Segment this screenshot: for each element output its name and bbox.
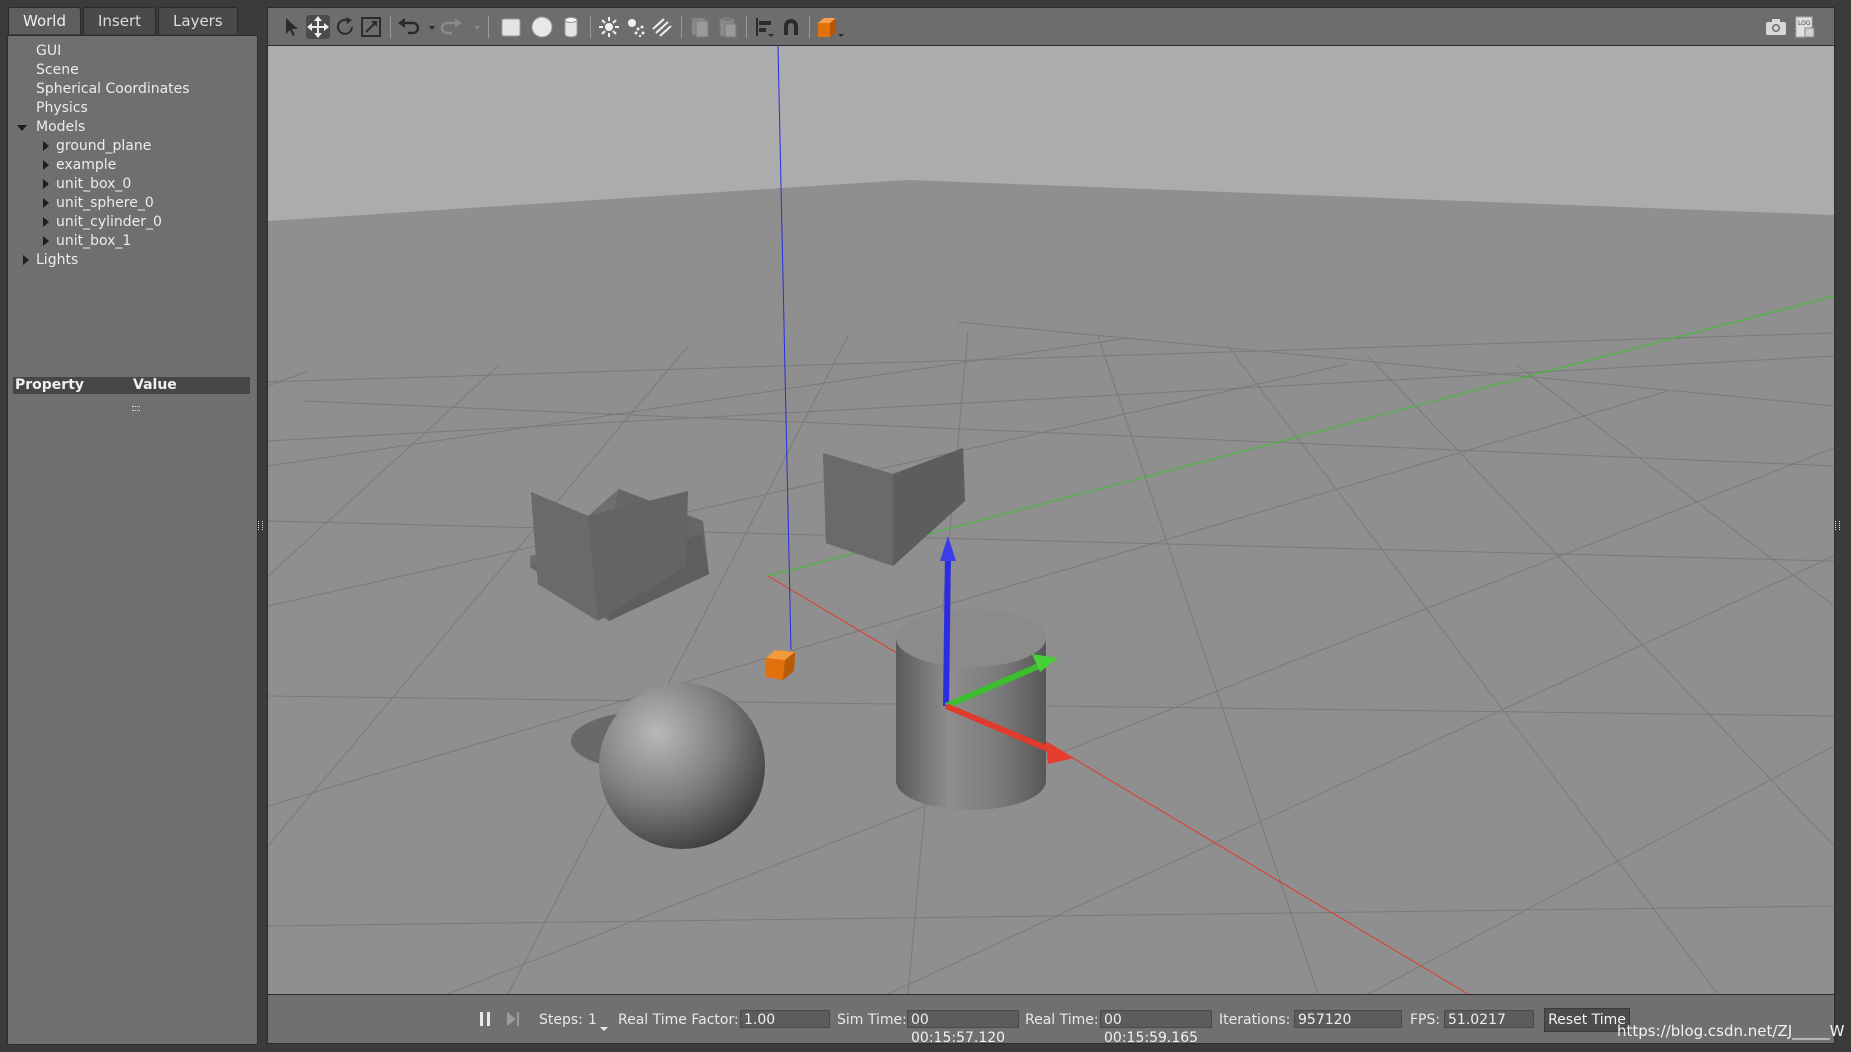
real-time-label: Real Time: bbox=[1025, 1012, 1099, 1028]
redo-icon[interactable] bbox=[440, 15, 464, 39]
real-time-factor-label: Real Time Factor: bbox=[618, 1012, 739, 1028]
tab-insert[interactable]: Insert bbox=[83, 7, 157, 34]
tree-item-label: unit_box_0 bbox=[56, 176, 132, 192]
panel-splitter-handle[interactable] bbox=[132, 406, 140, 411]
align-icon[interactable] bbox=[753, 15, 777, 39]
spot-light-icon[interactable] bbox=[624, 15, 648, 39]
redo-history-icon[interactable] bbox=[465, 15, 480, 39]
scene-viewport[interactable] bbox=[267, 45, 1835, 995]
expand-right-icon[interactable] bbox=[23, 255, 29, 265]
simulation-status-bar: Steps: 1 Real Time Factor: 1.00 Sim Time… bbox=[267, 994, 1835, 1046]
tree-item-scene[interactable]: Scene bbox=[8, 61, 257, 80]
tree-item-gui[interactable]: GUI bbox=[8, 42, 257, 61]
tree-item-model[interactable]: unit_box_1 bbox=[8, 232, 257, 251]
tree-item-label: Lights bbox=[36, 252, 79, 268]
tree-item-label: Spherical Coordinates bbox=[36, 81, 190, 97]
tree-item-models[interactable]: Models bbox=[8, 118, 257, 137]
fps-label: FPS: bbox=[1410, 1012, 1441, 1028]
tree-item-label: example bbox=[56, 157, 117, 173]
scene-render[interactable] bbox=[268, 46, 1834, 994]
view-angle-icon[interactable] bbox=[816, 15, 846, 39]
step-forward-icon[interactable] bbox=[506, 1011, 520, 1027]
property-column-header[interactable]: Property bbox=[15, 377, 84, 394]
tree-item-label: unit_box_1 bbox=[56, 233, 132, 249]
sim-time-label: Sim Time: bbox=[837, 1012, 907, 1028]
unit-sphere-0-model[interactable] bbox=[599, 683, 765, 849]
expand-right-icon[interactable] bbox=[43, 217, 49, 227]
select-arrow-icon[interactable] bbox=[280, 15, 304, 39]
unit-cylinder-0-model[interactable] bbox=[896, 609, 1046, 810]
world-panel: GUI Scene Spherical Coordinates Physics … bbox=[7, 35, 258, 1045]
tree-item-model[interactable]: unit_box_0 bbox=[8, 175, 257, 194]
tree-item-label: unit_sphere_0 bbox=[56, 195, 154, 211]
paste-icon[interactable] bbox=[716, 15, 740, 39]
tree-item-physics[interactable]: Physics bbox=[8, 99, 257, 118]
fps-field: 51.0217 bbox=[1444, 1010, 1534, 1028]
tree-item-label: unit_cylinder_0 bbox=[56, 214, 162, 230]
iterations-field: 957120 bbox=[1294, 1010, 1402, 1028]
sphere-icon[interactable] bbox=[530, 15, 554, 39]
scale-icon[interactable] bbox=[359, 15, 383, 39]
ground-plane[interactable] bbox=[268, 180, 1834, 994]
sim-time-field: 00 00:15:57.120 bbox=[907, 1010, 1019, 1046]
tab-layers[interactable]: Layers bbox=[158, 7, 238, 34]
steps-dropdown-icon[interactable] bbox=[600, 1020, 608, 1031]
world-tree: GUI Scene Spherical Coordinates Physics … bbox=[8, 42, 257, 270]
real-time-field: 00 00:15:59.165 bbox=[1100, 1010, 1212, 1046]
screenshot-icon[interactable] bbox=[1764, 15, 1788, 39]
expand-down-icon[interactable] bbox=[17, 125, 27, 131]
expand-right-icon[interactable] bbox=[43, 141, 49, 151]
log-icon[interactable]: LOG bbox=[1793, 15, 1817, 39]
value-column-header[interactable]: Value bbox=[133, 377, 177, 394]
tree-item-label: GUI bbox=[36, 43, 62, 59]
svg-text:LOG: LOG bbox=[1798, 20, 1811, 27]
tree-item-label: Scene bbox=[36, 62, 79, 78]
property-table-header: Property Value bbox=[13, 377, 250, 394]
copy-icon[interactable] bbox=[688, 15, 712, 39]
steps-value[interactable]: 1 bbox=[588, 1011, 597, 1029]
tree-item-lights[interactable]: Lights bbox=[8, 251, 257, 270]
tree-item-model[interactable]: ground_plane bbox=[8, 137, 257, 156]
cylinder-icon[interactable] bbox=[559, 15, 583, 39]
tree-item-model[interactable]: unit_sphere_0 bbox=[8, 194, 257, 213]
tree-item-label: Physics bbox=[36, 100, 88, 116]
left-panel-collapse-handle[interactable] bbox=[258, 521, 263, 530]
expand-right-icon[interactable] bbox=[43, 179, 49, 189]
tree-item-model[interactable]: example bbox=[8, 156, 257, 175]
expand-right-icon[interactable] bbox=[43, 198, 49, 208]
real-time-factor-field: 1.00 bbox=[740, 1010, 830, 1028]
box-icon[interactable] bbox=[499, 15, 523, 39]
steps-label: Steps: bbox=[539, 1012, 583, 1028]
iterations-label: Iterations: bbox=[1219, 1012, 1291, 1028]
right-panel-collapse-handle[interactable] bbox=[1835, 521, 1840, 530]
directional-light-icon[interactable] bbox=[650, 15, 674, 39]
pause-icon[interactable] bbox=[478, 1011, 492, 1027]
tree-item-label: ground_plane bbox=[56, 138, 152, 154]
undo-icon[interactable] bbox=[396, 15, 420, 39]
undo-history-icon[interactable] bbox=[420, 15, 435, 39]
expand-right-icon[interactable] bbox=[43, 236, 49, 246]
toolbar: LOG bbox=[267, 7, 1835, 46]
rotate-icon[interactable] bbox=[333, 15, 357, 39]
point-light-icon[interactable] bbox=[597, 15, 621, 39]
snap-icon[interactable] bbox=[779, 15, 803, 39]
expand-right-icon[interactable] bbox=[43, 160, 49, 170]
translate-icon[interactable] bbox=[306, 15, 330, 39]
left-panel-tabs: World Insert Layers bbox=[8, 7, 238, 35]
tree-item-model[interactable]: unit_cylinder_0 bbox=[8, 213, 257, 232]
tab-world[interactable]: World bbox=[8, 7, 81, 34]
watermark-text: https://blog.csdn.net/ZJ_____W bbox=[1617, 1022, 1845, 1040]
tree-item-label: Models bbox=[36, 119, 86, 135]
tree-item-spherical-coordinates[interactable]: Spherical Coordinates bbox=[8, 80, 257, 99]
